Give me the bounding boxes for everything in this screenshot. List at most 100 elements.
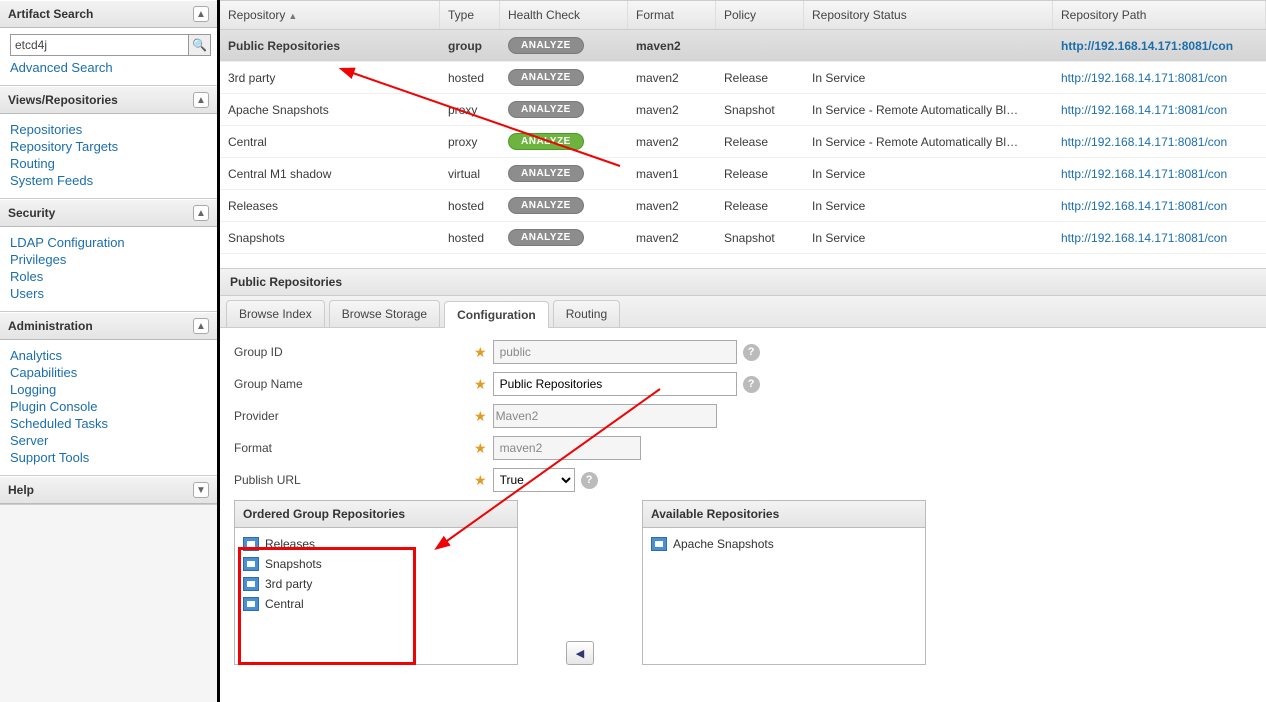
- tab-strip: Browse Index Browse Storage Configuratio…: [220, 296, 1266, 328]
- cell-path-link[interactable]: http://192.168.14.171:8081/con: [1053, 135, 1266, 149]
- grid-body: Public RepositoriesgroupANALYZEmaven2htt…: [220, 30, 1266, 254]
- expand-icon[interactable]: ▼: [193, 482, 209, 498]
- cell-type: hosted: [440, 231, 500, 245]
- col-header-format[interactable]: Format: [628, 1, 716, 29]
- cell-health: ANALYZE: [500, 197, 628, 214]
- link-plugin-console[interactable]: Plugin Console: [10, 399, 211, 414]
- panel-header[interactable]: Administration ▲: [0, 312, 217, 340]
- link-server[interactable]: Server: [10, 433, 211, 448]
- link-roles[interactable]: Roles: [10, 269, 211, 284]
- collapse-icon[interactable]: ▲: [193, 205, 209, 221]
- link-analytics[interactable]: Analytics: [10, 348, 211, 363]
- collapse-icon[interactable]: ▲: [193, 92, 209, 108]
- panel-header[interactable]: Help ▼: [0, 476, 217, 504]
- list-item-label: Central: [265, 597, 304, 611]
- cell-health: ANALYZE: [500, 133, 628, 150]
- repo-icon: [243, 537, 259, 551]
- table-row[interactable]: SnapshotshostedANALYZEmaven2SnapshotIn S…: [220, 222, 1266, 254]
- list-item[interactable]: Central: [241, 594, 511, 614]
- tab-browse-storage[interactable]: Browse Storage: [329, 300, 440, 327]
- input-group-name[interactable]: [493, 372, 737, 396]
- repo-icon: [243, 557, 259, 571]
- list-item[interactable]: Releases: [241, 534, 511, 554]
- link-repository-targets[interactable]: Repository Targets: [10, 139, 211, 154]
- analyze-button[interactable]: ANALYZE: [508, 37, 584, 54]
- analyze-button[interactable]: ANALYZE: [508, 197, 584, 214]
- table-row[interactable]: ReleaseshostedANALYZEmaven2ReleaseIn Ser…: [220, 190, 1266, 222]
- left-sidebar: Artifact Search ▲ 🔍 Advanced Search View…: [0, 0, 220, 702]
- table-row[interactable]: 3rd partyhostedANALYZEmaven2ReleaseIn Se…: [220, 62, 1266, 94]
- cell-status: In Service - Remote Automatically Bl…: [804, 135, 1053, 149]
- col-header-repository[interactable]: Repository▲: [220, 1, 440, 29]
- search-input[interactable]: [10, 34, 189, 56]
- analyze-button[interactable]: ANALYZE: [508, 165, 584, 182]
- tab-browse-index[interactable]: Browse Index: [226, 300, 325, 327]
- panel-header[interactable]: Views/Repositories ▲: [0, 86, 217, 114]
- cell-health: ANALYZE: [500, 69, 628, 86]
- link-logging[interactable]: Logging: [10, 382, 211, 397]
- list-item[interactable]: 3rd party: [241, 574, 511, 594]
- cell-path-link[interactable]: http://192.168.14.171:8081/con: [1053, 167, 1266, 181]
- analyze-button[interactable]: ANALYZE: [508, 229, 584, 246]
- col-header-path[interactable]: Repository Path: [1053, 1, 1266, 29]
- panel-header[interactable]: Security ▲: [0, 199, 217, 227]
- list-item[interactable]: Apache Snapshots: [649, 534, 919, 554]
- select-publish-url[interactable]: True: [493, 468, 575, 492]
- cell-format: maven2: [628, 135, 716, 149]
- tab-configuration[interactable]: Configuration: [444, 301, 549, 328]
- cell-format: maven2: [628, 231, 716, 245]
- link-scheduled-tasks[interactable]: Scheduled Tasks: [10, 416, 211, 431]
- collapse-icon[interactable]: ▲: [193, 318, 209, 334]
- panel-administration: Administration ▲ Analytics Capabilities …: [0, 312, 217, 476]
- collapse-icon[interactable]: ▲: [193, 6, 209, 22]
- analyze-button[interactable]: ANALYZE: [508, 69, 584, 86]
- move-left-button[interactable]: ◀: [566, 641, 594, 665]
- cell-path-link[interactable]: http://192.168.14.171:8081/con: [1053, 199, 1266, 213]
- detail-panel: Public Repositories Browse Index Browse …: [220, 268, 1266, 677]
- link-ldap[interactable]: LDAP Configuration: [10, 235, 211, 250]
- cell-policy: Release: [716, 135, 804, 149]
- col-header-health[interactable]: Health Check: [500, 1, 628, 29]
- table-row[interactable]: CentralproxyANALYZEmaven2ReleaseIn Servi…: [220, 126, 1266, 158]
- help-icon[interactable]: ?: [743, 344, 760, 361]
- panel-security: Security ▲ LDAP Configuration Privileges…: [0, 199, 217, 312]
- link-users[interactable]: Users: [10, 286, 211, 301]
- link-capabilities[interactable]: Capabilities: [10, 365, 211, 380]
- col-header-policy[interactable]: Policy: [716, 1, 804, 29]
- advanced-search-link[interactable]: Advanced Search: [10, 60, 211, 75]
- cell-path-link[interactable]: http://192.168.14.171:8081/con: [1053, 231, 1266, 245]
- analyze-button[interactable]: ANALYZE: [508, 101, 584, 118]
- list-item[interactable]: Snapshots: [241, 554, 511, 574]
- table-row[interactable]: Apache SnapshotsproxyANALYZEmaven2Snapsh…: [220, 94, 1266, 126]
- link-system-feeds[interactable]: System Feeds: [10, 173, 211, 188]
- grid-header-row: Repository▲ Type Health Check Format Pol…: [220, 1, 1266, 30]
- available-repos: Available Repositories Apache Snapshots: [642, 500, 926, 665]
- link-support-tools[interactable]: Support Tools: [10, 450, 211, 465]
- cell-format: maven2: [628, 39, 716, 53]
- cell-status: In Service: [804, 231, 1053, 245]
- analyze-button[interactable]: ANALYZE: [508, 133, 584, 150]
- cell-format: maven2: [628, 71, 716, 85]
- help-icon[interactable]: ?: [743, 376, 760, 393]
- cell-format: maven1: [628, 167, 716, 181]
- link-privileges[interactable]: Privileges: [10, 252, 211, 267]
- panel-header[interactable]: Artifact Search ▲: [0, 0, 217, 28]
- tab-routing[interactable]: Routing: [553, 300, 620, 327]
- link-repositories[interactable]: Repositories: [10, 122, 211, 137]
- col-header-type[interactable]: Type: [440, 1, 500, 29]
- col-header-status[interactable]: Repository Status: [804, 1, 1053, 29]
- table-row[interactable]: Central M1 shadowvirtualANALYZEmaven1Rel…: [220, 158, 1266, 190]
- required-icon: ★: [474, 440, 487, 457]
- panel-title: Security: [8, 206, 55, 220]
- link-routing[interactable]: Routing: [10, 156, 211, 171]
- search-icon[interactable]: 🔍: [189, 34, 211, 56]
- cell-path-link[interactable]: http://192.168.14.171:8081/con: [1053, 39, 1266, 53]
- label-provider: Provider: [234, 409, 474, 423]
- cell-status: In Service: [804, 199, 1053, 213]
- cell-path-link[interactable]: http://192.168.14.171:8081/con: [1053, 103, 1266, 117]
- input-format: [493, 436, 641, 460]
- help-icon[interactable]: ?: [581, 472, 598, 489]
- cell-path-link[interactable]: http://192.168.14.171:8081/con: [1053, 71, 1266, 85]
- table-row[interactable]: Public RepositoriesgroupANALYZEmaven2htt…: [220, 30, 1266, 62]
- cell-repo: Public Repositories: [220, 39, 440, 53]
